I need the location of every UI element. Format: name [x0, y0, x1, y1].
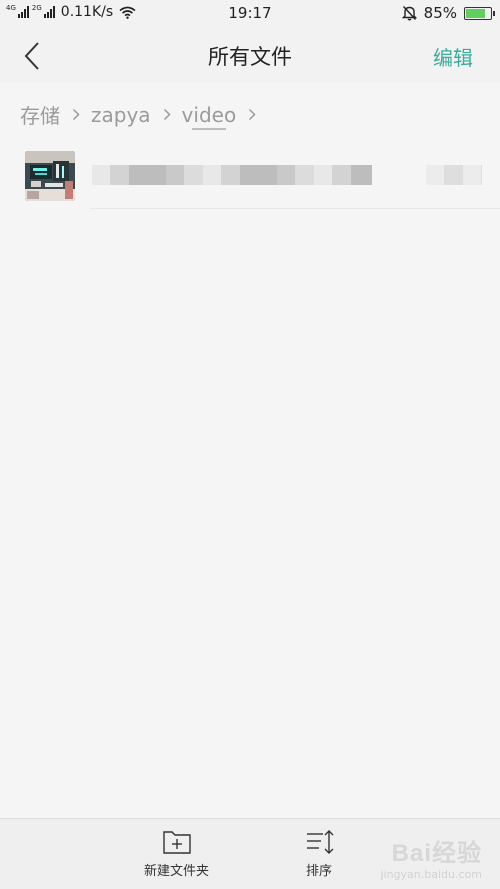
new-folder-label: 新建文件夹 [144, 864, 210, 879]
watermark-main: Bai经验 [391, 840, 482, 867]
sort-label: 排序 [305, 864, 332, 879]
new-folder-button[interactable]: 新建文件夹 [144, 829, 209, 879]
sort-button[interactable]: 排序 [304, 829, 334, 879]
edit-button[interactable]: 编辑 [433, 42, 473, 71]
file-meta-redacted [426, 165, 482, 185]
page-title: 所有文件 [208, 45, 292, 69]
status-right: 85% [401, 4, 495, 22]
breadcrumb-zapya[interactable]: zapya [91, 103, 151, 127]
file-name-redacted [92, 165, 372, 185]
battery-level [466, 8, 485, 18]
battery-percent: 85% [423, 4, 457, 22]
watermark-sub: jingyan.baidu.com [380, 868, 482, 881]
sort-icon [307, 830, 334, 854]
chevron-right-icon [248, 108, 256, 121]
app-header: 所有文件 编辑 [0, 28, 500, 83]
breadcrumb: 存储 zapya video [20, 100, 267, 130]
chevron-right-icon [163, 108, 171, 121]
breadcrumb-video[interactable]: video [182, 103, 236, 130]
status-bar: 4G 2G 0.11K/s 19:17 85% [0, 0, 500, 28]
file-row[interactable] [0, 145, 500, 209]
bottom-toolbar: 新建文件夹 排序 Bai经验 jingyan.baidu.com [0, 818, 500, 889]
new-folder-icon [162, 831, 191, 854]
battery-icon [464, 6, 495, 20]
file-list [0, 145, 500, 209]
alarm-off-icon [401, 5, 417, 21]
chevron-right-icon [72, 108, 80, 121]
breadcrumb-storage[interactable]: 存储 [20, 100, 60, 129]
video-thumbnail [25, 151, 75, 201]
baidu-jingyan-watermark: Bai经验 jingyan.baidu.com [380, 833, 482, 881]
